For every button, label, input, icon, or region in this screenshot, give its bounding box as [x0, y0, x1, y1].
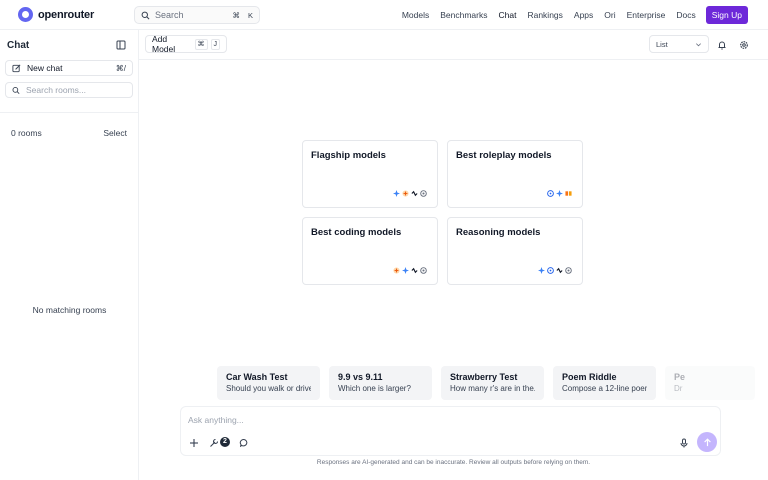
plus-icon[interactable]: [189, 438, 199, 448]
gear-icon[interactable]: [739, 40, 749, 50]
blue-spark-icon: [547, 190, 554, 197]
nav-rankings[interactable]: Rankings: [527, 10, 562, 20]
suggestion-title: Strawberry Test: [450, 372, 518, 382]
suggestion-subtitle: How many r's are in the...: [450, 384, 535, 393]
sidebar-title: Chat: [7, 40, 30, 51]
chat-sidebar: Chat New chat ⌘/ 0 rooms Select No match…: [0, 30, 139, 480]
suggestion-subtitle: Compose a 12-line poem...: [562, 384, 647, 393]
command-key-icon: ⌘: [194, 38, 208, 50]
suggestion-card[interactable]: Poem Riddle Compose a 12-line poem...: [553, 366, 656, 400]
message-input[interactable]: [188, 415, 688, 425]
nav-docs[interactable]: Docs: [676, 10, 695, 20]
card-provider-icons: [538, 267, 572, 274]
black-knot-icon: [411, 190, 418, 197]
blue-star-icon: [556, 190, 563, 197]
suggestion-title: Pe: [674, 372, 686, 382]
card-title: Best roleplay models: [456, 150, 552, 161]
card-provider-icons: [547, 190, 572, 197]
suggestion-subtitle: Which one is larger?: [338, 384, 411, 393]
chat-toolbar: Add Model ⌘ J List: [139, 30, 768, 60]
blue-spark-icon: [393, 190, 400, 197]
suggestion-subtitle: Dr: [674, 384, 683, 393]
blue-spark-icon: [402, 267, 409, 274]
blue-star-icon: [547, 267, 554, 274]
suggestion-subtitle: Should you walk or drive...: [226, 384, 311, 393]
nav-enterprise[interactable]: Enterprise: [627, 10, 666, 20]
room-search-box: [5, 82, 133, 98]
main-nav: Models Benchmarks Chat Rankings Apps Ori…: [391, 6, 748, 24]
view-mode-value: List: [656, 39, 668, 49]
nav-ori[interactable]: Ori: [604, 10, 615, 20]
card-title: Reasoning models: [456, 227, 541, 238]
sign-up-button[interactable]: Sign Up: [705, 6, 748, 24]
orange-m-icon: [565, 191, 572, 196]
nav-benchmarks[interactable]: Benchmarks: [440, 10, 487, 20]
add-model-shortcut-key: J: [210, 38, 220, 50]
view-mode-select[interactable]: List: [649, 35, 709, 53]
nav-apps[interactable]: Apps: [574, 10, 593, 20]
arrow-up-icon: [703, 437, 711, 446]
microphone-icon[interactable]: [679, 438, 689, 448]
edit-icon: [12, 64, 21, 72]
chevron-down-icon: [695, 41, 702, 48]
suggestion-card[interactable]: Pe Dr: [665, 366, 755, 400]
grey-globe-icon: [565, 267, 572, 274]
tools-icon[interactable]: [209, 438, 219, 448]
card-title: Best coding models: [311, 227, 402, 238]
suggestion-card[interactable]: Car Wash Test Should you walk or drive..…: [217, 366, 320, 400]
black-knot-icon: [411, 267, 418, 274]
chat-bubble-icon[interactable]: [239, 438, 249, 448]
blue-spark-icon: [538, 267, 545, 274]
new-chat-shortcut: ⌘/: [115, 63, 126, 73]
global-search[interactable]: Search ⌘ K: [134, 6, 260, 24]
model-card-flagship[interactable]: Flagship models: [302, 140, 438, 208]
empty-rooms-message: No matching rooms: [32, 305, 107, 315]
black-knot-icon: [556, 267, 563, 274]
logo[interactable]: openrouter: [18, 7, 94, 22]
new-chat-label: New chat: [27, 63, 63, 73]
model-card-roleplay[interactable]: Best roleplay models: [447, 140, 583, 208]
brand-name: openrouter: [38, 8, 95, 21]
suggestion-card[interactable]: 9.9 vs 9.11 Which one is larger?: [329, 366, 432, 400]
sidebar-toggle-icon[interactable]: [116, 40, 126, 50]
search-icon: [12, 86, 20, 94]
model-card-coding[interactable]: Best coding models: [302, 217, 438, 285]
chat-composer: 2: [180, 406, 721, 456]
orange-starburst-icon: [402, 190, 409, 197]
ai-disclaimer: Responses are AI-generated and can be in…: [316, 459, 591, 466]
search-icon: [141, 11, 150, 20]
add-model-button[interactable]: Add Model ⌘ J: [145, 34, 227, 54]
orange-starburst-icon: [393, 267, 400, 274]
command-key-icon: ⌘: [232, 10, 240, 20]
suggestion-title: Poem Riddle: [562, 372, 617, 382]
tools-count-badge: 2: [220, 437, 230, 447]
nav-models[interactable]: Models: [402, 10, 429, 20]
suggestion-title: Car Wash Test: [226, 372, 288, 382]
nav-chat[interactable]: Chat: [499, 10, 517, 20]
suggestion-title: 9.9 vs 9.11: [338, 372, 383, 382]
room-search-input[interactable]: [26, 85, 126, 95]
select-rooms-button[interactable]: Select: [103, 128, 127, 138]
card-provider-icons: [393, 190, 427, 197]
search-shortcut-key: K: [247, 10, 253, 20]
openrouter-logo-icon: [18, 7, 33, 22]
search-placeholder: Search: [155, 10, 184, 20]
card-title: Flagship models: [311, 150, 386, 161]
suggestion-card[interactable]: Strawberry Test How many r's are in the.…: [441, 366, 544, 400]
add-model-label: Add Model: [152, 34, 176, 54]
model-card-reasoning[interactable]: Reasoning models: [447, 217, 583, 285]
new-chat-button[interactable]: New chat ⌘/: [5, 60, 133, 76]
card-provider-icons: [393, 267, 427, 274]
sidebar-divider: [0, 112, 139, 113]
grey-globe-icon: [420, 267, 427, 274]
top-nav-bar: openrouter Search ⌘ K Models Benchmarks …: [0, 0, 768, 30]
grey-globe-icon: [420, 190, 427, 197]
notification-bell-icon[interactable]: [717, 40, 727, 50]
send-button[interactable]: [697, 432, 717, 452]
rooms-count: 0 rooms: [11, 128, 42, 138]
